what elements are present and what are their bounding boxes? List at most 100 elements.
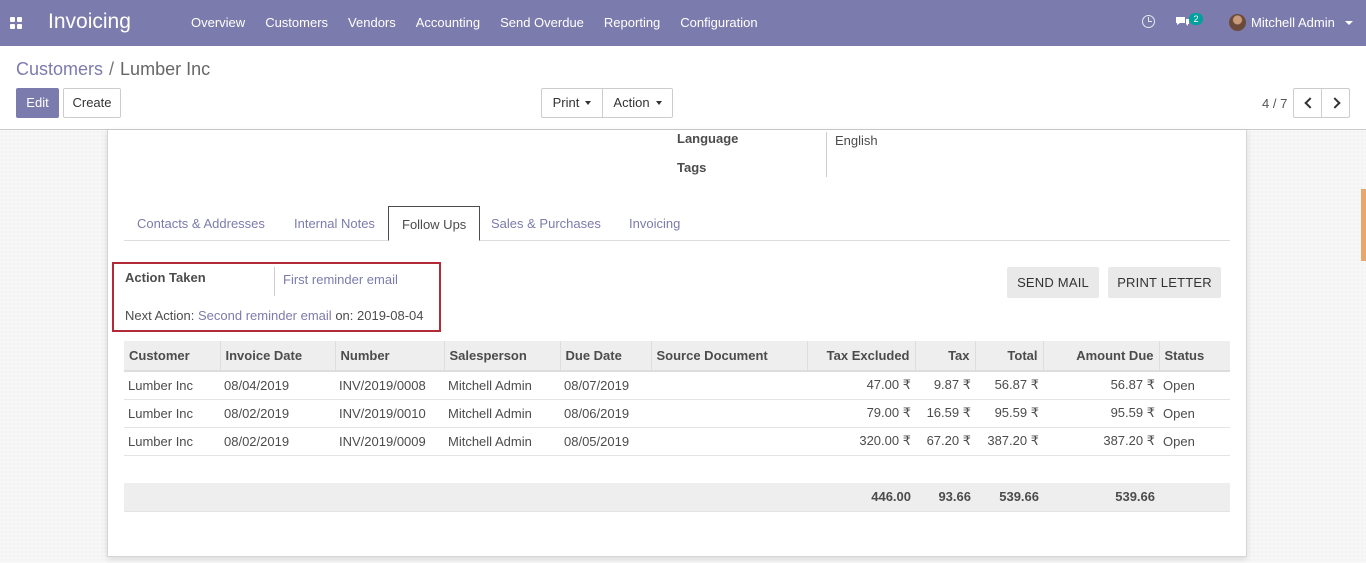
language-label: Language (677, 131, 739, 146)
tab-sales-purchases[interactable]: Sales & Purchases (478, 206, 614, 241)
cell-tax: 67.20 ₹ (915, 427, 975, 456)
user-menu[interactable]: Mitchell Admin (1251, 15, 1335, 30)
column-number[interactable]: Number (334, 341, 444, 372)
form-sheet: Language English Tags Contacts & Address… (107, 130, 1247, 557)
pager-next-button[interactable] (1321, 88, 1350, 118)
cell-due-date: 08/05/2019 (560, 427, 651, 456)
cell-salesperson: Mitchell Admin (444, 427, 560, 456)
column-salesperson[interactable]: Salesperson (443, 341, 560, 372)
action-caret-icon (655, 100, 662, 105)
followup-highlight-box: Action Taken First reminder email Next A… (112, 262, 441, 332)
cell-number: INV/2019/0009 (335, 427, 444, 456)
menu-send-overdue[interactable]: Send Overdue (490, 0, 594, 46)
cell-tax: 16.59 ₹ (915, 399, 975, 428)
next-action-value[interactable]: Second reminder email (198, 308, 332, 323)
totals-spacer (124, 483, 807, 512)
messages-badge: 2 (1189, 13, 1203, 25)
cell-tax-excluded: 79.00 ₹ (807, 399, 915, 428)
total-amount-due: 539.66 (1043, 483, 1159, 512)
tab-invoicing[interactable]: Invoicing (616, 206, 693, 241)
print-caret-icon (585, 100, 592, 105)
main-menu: Overview Customers Vendors Accounting Se… (181, 0, 768, 46)
create-button[interactable]: Create (63, 88, 121, 118)
table-row[interactable]: Lumber Inc 08/02/2019 INV/2019/0009 Mitc… (124, 427, 1230, 456)
avatar[interactable] (1229, 14, 1246, 31)
print-label: Print (552, 95, 580, 110)
menu-accounting[interactable]: Accounting (406, 0, 490, 46)
cell-source-document (651, 399, 807, 428)
column-total[interactable]: Total (974, 341, 1043, 372)
column-due-date[interactable]: Due Date (559, 341, 651, 372)
empty-cell (124, 455, 1230, 483)
action-dropdown[interactable]: Action (602, 88, 673, 118)
cell-status: Open (1159, 427, 1230, 456)
user-caret-icon[interactable] (1345, 21, 1353, 25)
field-divider (274, 267, 275, 296)
form-view-area: Language English Tags Contacts & Address… (0, 130, 1366, 563)
cell-number: INV/2019/0010 (335, 399, 444, 428)
action-taken-label: Action Taken (125, 270, 206, 285)
scrollbar-thumb[interactable] (1361, 189, 1366, 261)
menu-reporting[interactable]: Reporting (594, 0, 670, 46)
breadcrumb-current: Lumber Inc (120, 59, 211, 79)
totals-status-spacer (1159, 483, 1230, 512)
cell-customer: Lumber Inc (124, 427, 220, 456)
next-action-label: Next Action: (125, 308, 195, 323)
chat-icon[interactable] (1175, 16, 1190, 27)
tab-contacts-addresses[interactable]: Contacts & Addresses (124, 206, 278, 241)
cell-total: 56.87 ₹ (975, 371, 1043, 400)
pager-value[interactable]: 4 / 7 (1262, 96, 1287, 111)
column-amount-due[interactable]: Amount Due (1042, 341, 1159, 372)
chevron-left-icon (1304, 97, 1316, 109)
pager-previous-button[interactable] (1293, 88, 1322, 118)
print-dropdown[interactable]: Print (541, 88, 603, 118)
cell-total: 95.59 ₹ (975, 399, 1043, 428)
next-action-date[interactable]: 2019-08-04 (357, 308, 424, 323)
next-action-line: Next Action: Second reminder email on: 2… (125, 308, 424, 323)
column-customer[interactable]: Customer (124, 341, 220, 372)
cell-due-date: 08/06/2019 (560, 399, 651, 428)
notebook-tabs: Contacts & Addresses Internal Notes Foll… (124, 206, 1230, 241)
print-letter-button[interactable]: PRINT LETTER (1108, 267, 1221, 298)
table-row[interactable]: Lumber Inc 08/04/2019 INV/2019/0008 Mitc… (124, 371, 1230, 400)
cell-due-date: 08/07/2019 (560, 371, 651, 400)
total-tax-excluded: 446.00 (807, 483, 915, 512)
tags-label: Tags (677, 160, 707, 175)
cell-invoice-date: 08/02/2019 (220, 427, 335, 456)
total-total: 539.66 (975, 483, 1043, 512)
cell-tax: 9.87 ₹ (915, 371, 975, 400)
menu-configuration[interactable]: Configuration (670, 0, 767, 46)
cell-amount-due: 95.59 ₹ (1043, 399, 1159, 428)
breadcrumb-separator: / (109, 59, 115, 79)
table-row[interactable]: Lumber Inc 08/02/2019 INV/2019/0010 Mitc… (124, 399, 1230, 428)
invoice-lines-table: Customer Invoice Date Number Salesperson… (124, 341, 1230, 512)
app-title[interactable]: Invoicing (48, 10, 131, 34)
tab-internal-notes[interactable]: Internal Notes (281, 206, 388, 241)
column-tax-excluded[interactable]: Tax Excluded (806, 341, 915, 372)
cell-invoice-date: 08/04/2019 (220, 371, 335, 400)
cell-salesperson: Mitchell Admin (444, 399, 560, 428)
cell-salesperson: Mitchell Admin (444, 371, 560, 400)
menu-overview[interactable]: Overview (181, 0, 255, 46)
column-invoice-date[interactable]: Invoice Date (219, 341, 335, 372)
column-status[interactable]: Status (1158, 341, 1230, 372)
control-panel: Customers / Lumber Inc Edit Create Print A… (0, 46, 1366, 130)
menu-vendors[interactable]: Vendors (338, 0, 406, 46)
apps-menu-icon[interactable] (10, 17, 22, 29)
cell-invoice-date: 08/02/2019 (220, 399, 335, 428)
cell-tax-excluded: 320.00 ₹ (807, 427, 915, 456)
menu-customers[interactable]: Customers (255, 0, 338, 46)
tab-follow-ups[interactable]: Follow Ups (388, 206, 481, 241)
action-taken-value[interactable]: First reminder email (283, 272, 398, 287)
breadcrumb: Customers / Lumber Inc (16, 59, 210, 80)
column-source-document[interactable]: Source Document (650, 341, 807, 372)
edit-button[interactable]: Edit (16, 88, 59, 118)
cell-total: 387.20 ₹ (975, 427, 1043, 456)
activity-clock-icon[interactable] (1142, 15, 1155, 28)
action-label: Action (613, 95, 650, 110)
column-tax[interactable]: Tax (914, 341, 975, 372)
chevron-right-icon (1329, 97, 1341, 109)
breadcrumb-customers[interactable]: Customers (16, 59, 103, 79)
send-mail-button[interactable]: SEND MAIL (1007, 267, 1099, 298)
top-navbar: Invoicing Overview Customers Vendors Acc… (0, 0, 1366, 46)
